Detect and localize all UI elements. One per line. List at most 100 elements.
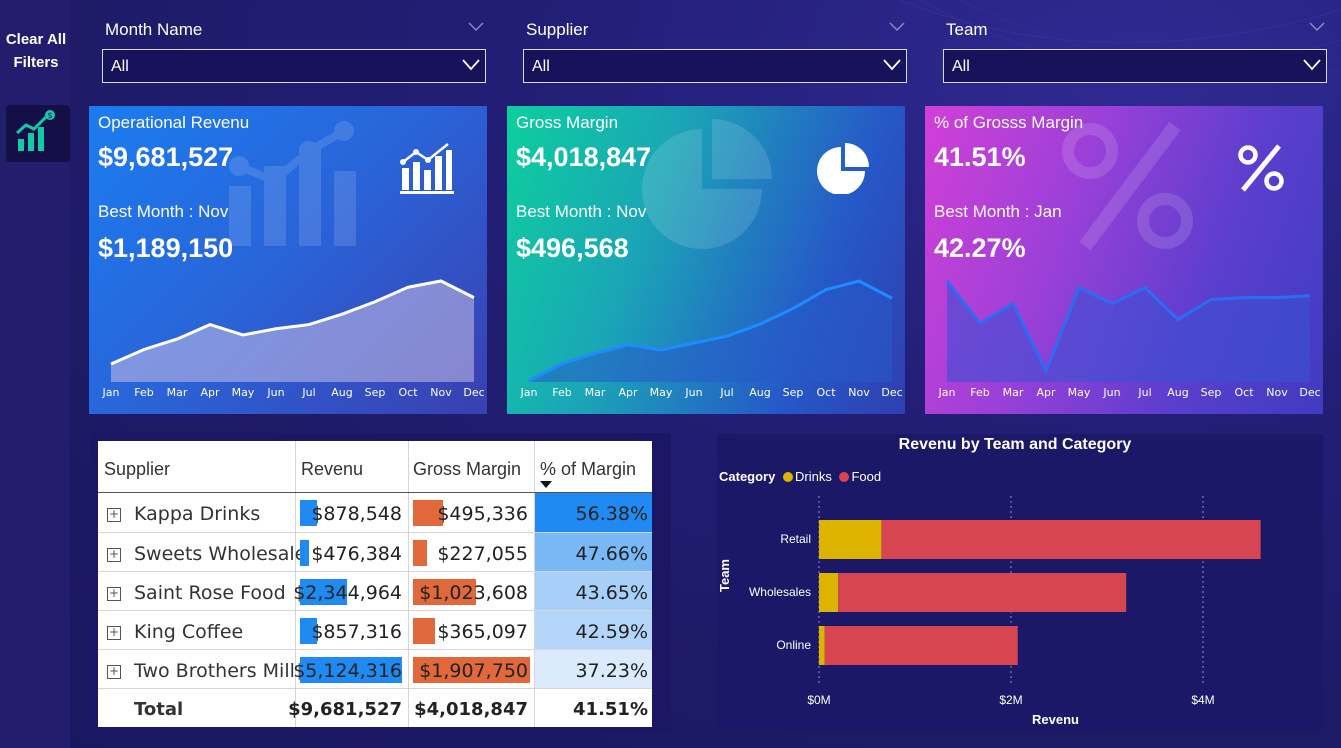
kpi-card-gross-margin[interactable]: Gross Margin $4,018,847 Best Month : Nov… bbox=[507, 106, 905, 414]
margin-value: $1,023,608 bbox=[419, 582, 528, 604]
month-tick-label: Aug bbox=[331, 386, 353, 399]
clear-all-filters-button[interactable]: Clear All Filters bbox=[0, 28, 72, 74]
month-axis: Jan Feb Mar Apr May Jun Jul Aug Sep Oct Nov Dec bbox=[89, 386, 487, 402]
x-axis-label: Revenu bbox=[1032, 712, 1079, 727]
table-row[interactable]: + Two Brothers Mill $5,124,316 $1,907,750 37… bbox=[98, 649, 652, 689]
sidebar: Clear All Filters $ bbox=[0, 0, 70, 748]
supplier-table: Supplier Revenu Gross Margin % of Margin… bbox=[98, 441, 652, 727]
revenu-by-team-chart[interactable]: Revenu by Team and Category Category Dri… bbox=[717, 434, 1323, 730]
month-tick-label: Dec bbox=[881, 386, 903, 399]
chevron-down-icon bbox=[1303, 59, 1321, 71]
gross-margin-trend-chart bbox=[528, 279, 893, 383]
total-pct: 41.51% bbox=[573, 699, 648, 720]
expand-icon[interactable]: + bbox=[107, 508, 121, 522]
bar-food-retail[interactable] bbox=[881, 520, 1261, 559]
supplier-name: Saint Rose Food bbox=[134, 582, 286, 604]
chevron-down-icon[interactable] bbox=[889, 22, 905, 32]
expand-icon[interactable]: + bbox=[107, 587, 121, 601]
month-tick-label: Feb bbox=[970, 386, 990, 399]
month-tick-label: Jun bbox=[685, 386, 703, 399]
kpi-card-revenue[interactable]: Operational Revenu $9,681,527 Best Month… bbox=[89, 106, 487, 414]
total-label: Total bbox=[134, 699, 184, 720]
month-axis: Jan Feb Mar Apr May Jun Jul Aug Sep Oct Nov Dec bbox=[925, 386, 1323, 402]
month-tick-label: May bbox=[649, 386, 673, 399]
sort-descending-icon[interactable] bbox=[540, 481, 552, 489]
margin-databar bbox=[413, 618, 436, 644]
total-margin: $4,018,847 bbox=[414, 699, 528, 720]
month-tick-label: Nov bbox=[430, 386, 452, 399]
expand-icon[interactable]: + bbox=[107, 548, 121, 562]
chevron-down-icon bbox=[883, 59, 901, 71]
bar-chart-plot bbox=[818, 496, 1261, 684]
slicer-month-name: Month Name All bbox=[102, 18, 486, 84]
bar-drinks-online[interactable] bbox=[819, 626, 825, 665]
kpi-card-percent-margin[interactable]: % of Grosss Margin 41.51% Best Month : J… bbox=[925, 106, 1323, 414]
month-tick-label: Feb bbox=[134, 386, 154, 399]
revenu-value: $857,316 bbox=[311, 621, 402, 643]
total-revenu: $9,681,527 bbox=[288, 699, 402, 720]
trend-area bbox=[111, 281, 474, 382]
bar-food-wholesales[interactable] bbox=[838, 573, 1127, 612]
table-row[interactable]: + Saint Rose Food $2,344,964 $1,023,608 43.6… bbox=[98, 571, 652, 611]
table-row[interactable]: + Sweets Wholesale $476,384 $227,055 47.66% bbox=[98, 532, 652, 572]
month-tick-label: Jul bbox=[720, 386, 734, 399]
column-header-gross-margin[interactable]: Gross Margin bbox=[413, 459, 521, 480]
revenu-value: $476,384 bbox=[311, 543, 402, 565]
supplier-dropdown[interactable]: All bbox=[523, 49, 907, 83]
month-tick-label: May bbox=[231, 386, 255, 399]
month-tick-label: Sep bbox=[364, 386, 386, 399]
month-tick-label: Aug bbox=[749, 386, 771, 399]
category-label: Retail bbox=[780, 532, 811, 546]
expand-icon[interactable]: + bbox=[107, 626, 121, 640]
slicer-label: Supplier bbox=[526, 20, 589, 39]
column-header-percent-margin[interactable]: % of Margin bbox=[540, 459, 636, 480]
clear-label-line2: Filters bbox=[13, 54, 59, 71]
month-tick-label: Jan bbox=[520, 386, 538, 399]
column-header-revenu[interactable]: Revenu bbox=[301, 459, 363, 480]
trend-area bbox=[529, 281, 892, 382]
table-row[interactable]: + King Coffee $857,316 $365,097 42.59% bbox=[98, 610, 652, 650]
revenu-value: $5,124,316 bbox=[293, 660, 402, 682]
clear-label-line1: Clear All bbox=[5, 31, 67, 48]
month-tick-label: Jul bbox=[1138, 386, 1152, 399]
dropdown-value: All bbox=[111, 58, 129, 75]
month-tick-label: Apr bbox=[1036, 386, 1056, 399]
month-tick-label: Oct bbox=[1234, 386, 1254, 399]
x-tick-label: $4M bbox=[1191, 693, 1215, 707]
team-dropdown[interactable]: All bbox=[943, 49, 1327, 83]
pct-value: 56.38% bbox=[575, 503, 648, 525]
margin-databar bbox=[413, 540, 428, 566]
bar-drinks-retail[interactable] bbox=[819, 520, 882, 559]
month-tick-label: Feb bbox=[552, 386, 572, 399]
pct-value: 37.23% bbox=[575, 660, 648, 682]
month-dropdown[interactable]: All bbox=[102, 49, 486, 83]
margin-value: $227,055 bbox=[437, 543, 528, 565]
chevron-down-icon[interactable] bbox=[468, 22, 484, 32]
month-tick-label: Mar bbox=[584, 386, 606, 399]
month-tick-label: Apr bbox=[618, 386, 638, 399]
slicer-team: Team All bbox=[943, 18, 1327, 84]
month-tick-label: Nov bbox=[1266, 386, 1288, 399]
month-tick-label: Sep bbox=[782, 386, 804, 399]
month-tick-label: Jan bbox=[938, 386, 956, 399]
chevron-down-icon[interactable] bbox=[1309, 22, 1325, 32]
table-row[interactable]: + Kappa Drinks $878,548 $495,336 56.38% bbox=[98, 493, 652, 532]
svg-text:$: $ bbox=[47, 111, 52, 120]
percent-margin-trend-chart bbox=[945, 280, 1311, 382]
x-tick-label: $0M bbox=[807, 693, 831, 707]
dropdown-value: All bbox=[952, 58, 970, 75]
x-tick-label: $2M bbox=[999, 693, 1023, 707]
bar-food-online[interactable] bbox=[824, 626, 1018, 665]
column-header-supplier[interactable]: Supplier bbox=[104, 459, 170, 480]
revenue-chart-icon[interactable]: $ bbox=[6, 105, 70, 162]
month-tick-label: Sep bbox=[1200, 386, 1222, 399]
supplier-name: King Coffee bbox=[134, 621, 244, 643]
expand-icon[interactable]: + bbox=[107, 665, 121, 679]
chevron-down-icon bbox=[462, 59, 480, 71]
supplier-name: Kappa Drinks bbox=[134, 503, 261, 525]
slicer-supplier: Supplier All bbox=[523, 18, 907, 84]
month-tick-label: May bbox=[1067, 386, 1091, 399]
bar-drinks-wholesales[interactable] bbox=[819, 573, 839, 612]
supplier-name: Two Brothers Mill bbox=[134, 660, 295, 682]
margin-value: $1,907,750 bbox=[419, 660, 528, 682]
